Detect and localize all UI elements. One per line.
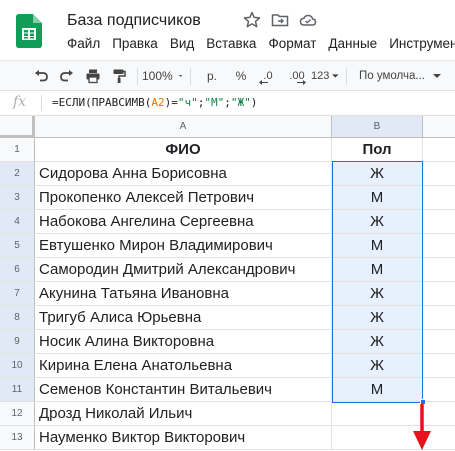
currency-format-button[interactable]: р. [200, 61, 224, 91]
header-cell-pol[interactable]: Пол [332, 138, 423, 162]
number-format-select[interactable]: 123 [311, 61, 339, 91]
cell-fio[interactable]: Сидорова Анна Борисовна [35, 162, 332, 186]
cell-pol[interactable]: М [332, 234, 423, 258]
move-to-folder-icon[interactable] [270, 10, 290, 30]
cell-pol[interactable]: М [332, 258, 423, 282]
column-header-a[interactable]: A [35, 116, 332, 138]
cell-fio[interactable]: Набокова Ангелина Сергеевна [35, 210, 332, 234]
arrow-left-small-icon [259, 80, 268, 85]
paint-format-button[interactable] [108, 61, 130, 91]
cell-c[interactable] [423, 306, 455, 330]
formula-bar: fx =ЕСЛИ(ПРАВСИМВ(A2)="ч";"М";"Ж") [0, 91, 455, 116]
cell-c[interactable] [423, 354, 455, 378]
cell-pol[interactable]: Ж [332, 282, 423, 306]
sheets-logo-icon[interactable] [16, 14, 42, 48]
drag-down-arrow-icon [413, 404, 431, 450]
chevron-down-icon [432, 74, 441, 78]
cell-c[interactable] [423, 210, 455, 234]
paint-format-icon [113, 69, 126, 83]
cell-c[interactable] [423, 162, 455, 186]
menu-insert[interactable]: Вставка [206, 36, 256, 51]
row-header[interactable]: 10 [0, 354, 35, 378]
spreadsheet-grid: A B 1 ФИО Пол 2 Сидорова Анна Борисовна Ж 3 Про… [0, 116, 455, 451]
row-header[interactable]: 1 [0, 138, 35, 162]
cell-c[interactable] [423, 330, 455, 354]
increase-decimals-button[interactable]: .00 [284, 61, 310, 91]
cell-c[interactable] [423, 138, 455, 162]
column-header-c[interactable] [423, 116, 455, 138]
cell-pol[interactable]: Ж [332, 354, 423, 378]
cell-fio[interactable]: Акунина Татьяна Ивановна [35, 282, 332, 306]
arrow-right-small-icon [297, 80, 306, 85]
undo-button[interactable] [30, 61, 52, 91]
font-family-select[interactable]: По умолча... [353, 61, 453, 91]
row-header[interactable]: 9 [0, 330, 35, 354]
select-all-corner[interactable] [0, 116, 35, 138]
menu-format[interactable]: Формат [268, 36, 316, 51]
cell-pol[interactable] [332, 426, 423, 450]
percent-format-button[interactable]: % [230, 61, 252, 91]
cell-fio[interactable]: Самородин Дмитрий Александрович [35, 258, 332, 282]
menu-file[interactable]: Файл [67, 36, 100, 51]
star-icon[interactable] [242, 10, 262, 30]
chevron-down-icon [178, 75, 182, 77]
document-title[interactable]: База подписчиков [67, 12, 201, 30]
cell-pol[interactable]: М [332, 378, 423, 402]
toolbar: 100% р. % .0 .00 123 По умолча... [0, 60, 455, 91]
cell-fio[interactable]: Евтушенко Мирон Владимирович [35, 234, 332, 258]
row-header[interactable]: 11 [0, 378, 35, 402]
cell-pol[interactable]: Ж [332, 306, 423, 330]
cell-fio[interactable]: Носик Алина Викторовна [35, 330, 332, 354]
cell-pol[interactable]: Ж [332, 162, 423, 186]
row-header[interactable]: 4 [0, 210, 35, 234]
decrease-decimals-button[interactable]: .0 [256, 61, 280, 91]
cell-pol[interactable]: Ж [332, 330, 423, 354]
cell-fio[interactable]: Семенов Константин Витальевич [35, 378, 332, 402]
redo-icon [60, 70, 73, 82]
app-header: База подписчиков Файл Правка Вид Вставка… [0, 0, 455, 60]
menu-bar: Файл Правка Вид Вставка Формат Данные Ин… [67, 36, 455, 51]
row-header[interactable]: 3 [0, 186, 35, 210]
cell-fio[interactable]: Кирина Елена Анатольевна [35, 354, 332, 378]
row-header[interactable]: 5 [0, 234, 35, 258]
cell-pol[interactable] [332, 402, 423, 426]
undo-icon [35, 70, 48, 82]
cell-pol[interactable]: Ж [332, 210, 423, 234]
row-header[interactable]: 13 [0, 426, 35, 450]
menu-edit[interactable]: Правка [112, 36, 158, 51]
row-header[interactable]: 7 [0, 282, 35, 306]
cell-fio[interactable]: Тригуб Алиса Юрьевна [35, 306, 332, 330]
cell-fio[interactable]: Прокопенко Алексей Петрович [35, 186, 332, 210]
print-button[interactable] [82, 61, 104, 91]
row-header[interactable]: 8 [0, 306, 35, 330]
menu-tools[interactable]: Инструмен [389, 36, 455, 51]
row-header[interactable]: 2 [0, 162, 35, 186]
cloud-status-icon[interactable] [298, 10, 318, 30]
redo-button[interactable] [56, 61, 78, 91]
header-cell-fio[interactable]: ФИО [35, 138, 332, 162]
zoom-value: 100% [142, 69, 173, 83]
cell-c[interactable] [423, 234, 455, 258]
print-icon [86, 69, 100, 84]
row-header[interactable]: 12 [0, 402, 35, 426]
cell-pol[interactable]: М [332, 186, 423, 210]
cell-fio[interactable]: Дрозд Николай Ильич [35, 402, 332, 426]
cell-c[interactable] [423, 282, 455, 306]
cell-c[interactable] [423, 258, 455, 282]
cell-c[interactable] [423, 378, 455, 402]
cell-c[interactable] [423, 186, 455, 210]
chevron-down-icon [332, 74, 339, 78]
cell-fio[interactable]: Науменко Виктор Викторович [35, 426, 332, 450]
column-header-b[interactable]: B [332, 116, 423, 138]
formula-input[interactable]: =ЕСЛИ(ПРАВСИМВ(A2)="ч";"М";"Ж") [52, 96, 257, 109]
fx-icon: fx [13, 94, 27, 110]
row-header[interactable]: 6 [0, 258, 35, 282]
menu-data[interactable]: Данные [328, 36, 377, 51]
menu-view[interactable]: Вид [170, 36, 194, 51]
zoom-select[interactable]: 100% [142, 61, 182, 91]
